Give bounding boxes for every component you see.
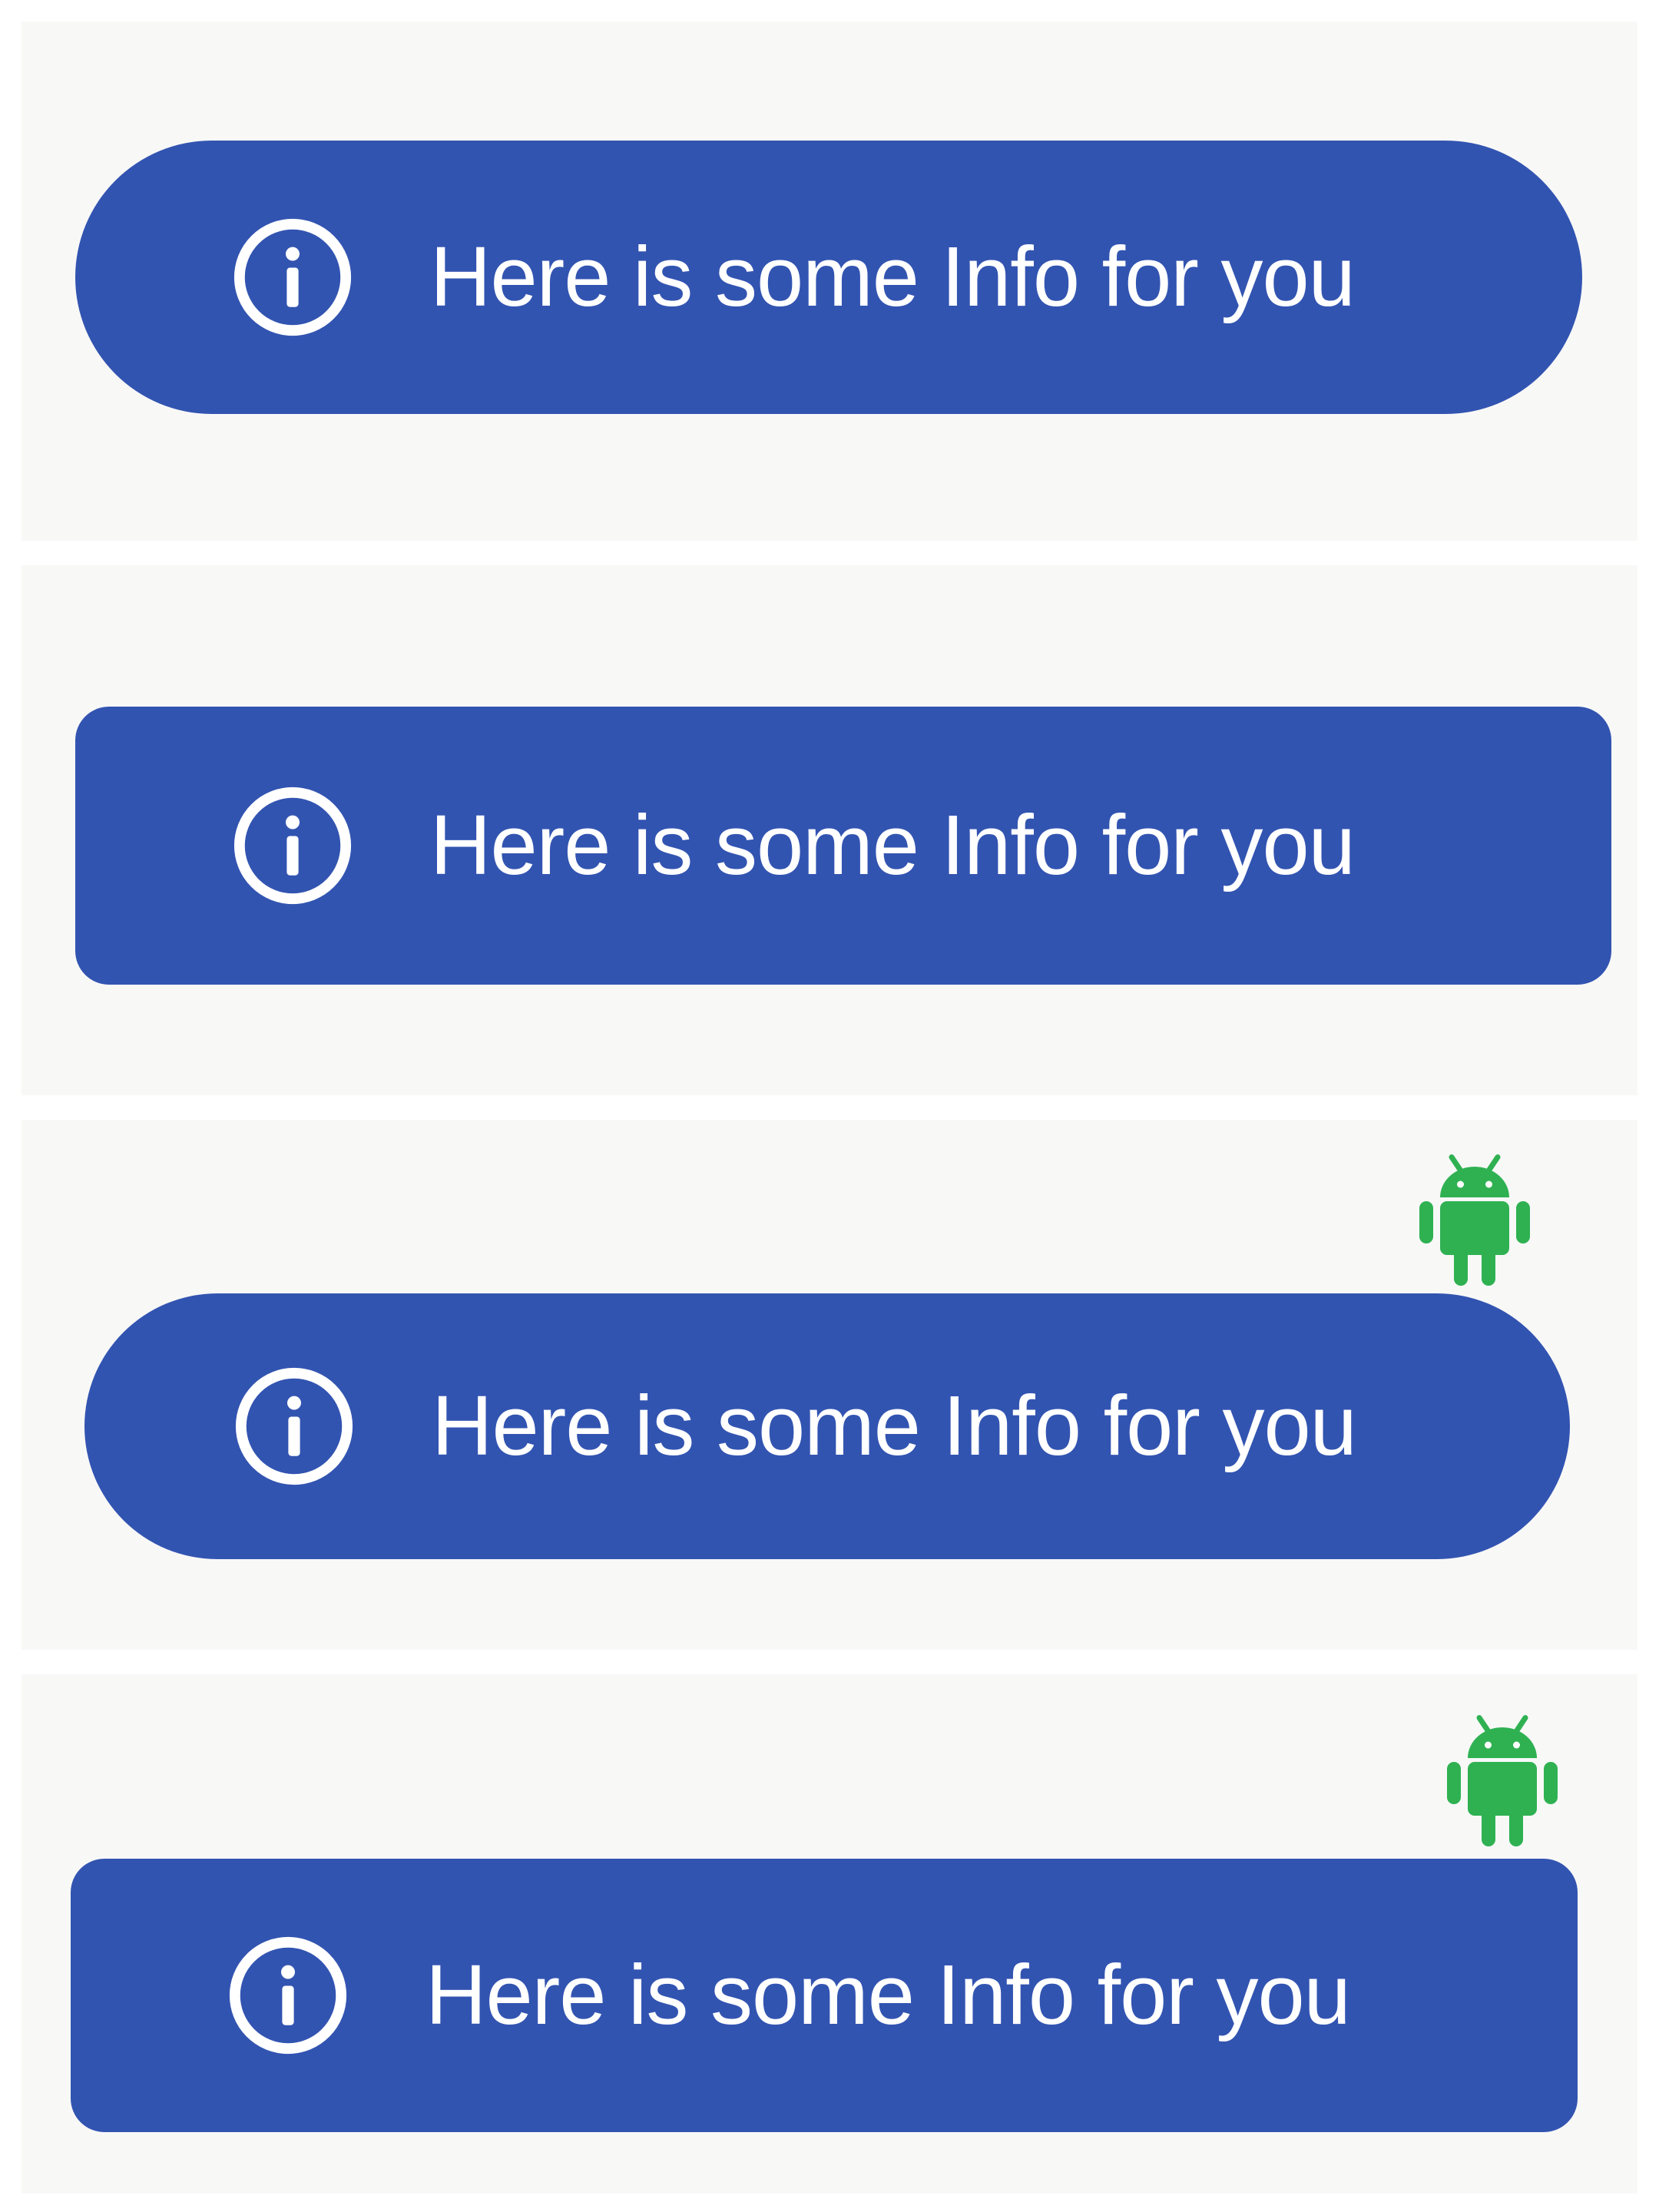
info-pill-rectangle-badged[interactable]: Here is some Info for you [71, 1859, 1578, 2132]
info-message: Here is some Info for you [432, 1379, 1357, 1473]
variant-panel-1: Here is some Info for you [22, 22, 1637, 541]
info-message: Here is some Info for you [426, 1948, 1351, 2042]
info-circle-icon [229, 1936, 347, 2055]
variant-panel-2: Here is some Info for you [22, 565, 1637, 1095]
info-message: Here is some Info for you [430, 230, 1356, 324]
variant-panel-3: Here is some Info for you [22, 1120, 1637, 1650]
info-circle-icon [233, 218, 352, 336]
info-circle-icon [235, 1367, 353, 1485]
variant-panel-4: Here is some Info for you [22, 1674, 1637, 2194]
android-icon [1419, 1154, 1530, 1286]
info-pill-rounded-badged[interactable]: Here is some Info for you [84, 1293, 1570, 1559]
info-message: Here is some Info for you [430, 798, 1356, 892]
info-pill-rounded[interactable]: Here is some Info for you [75, 141, 1582, 414]
info-circle-icon [233, 786, 352, 905]
info-pill-rectangle[interactable]: Here is some Info for you [75, 707, 1611, 985]
android-icon [1447, 1715, 1558, 1846]
